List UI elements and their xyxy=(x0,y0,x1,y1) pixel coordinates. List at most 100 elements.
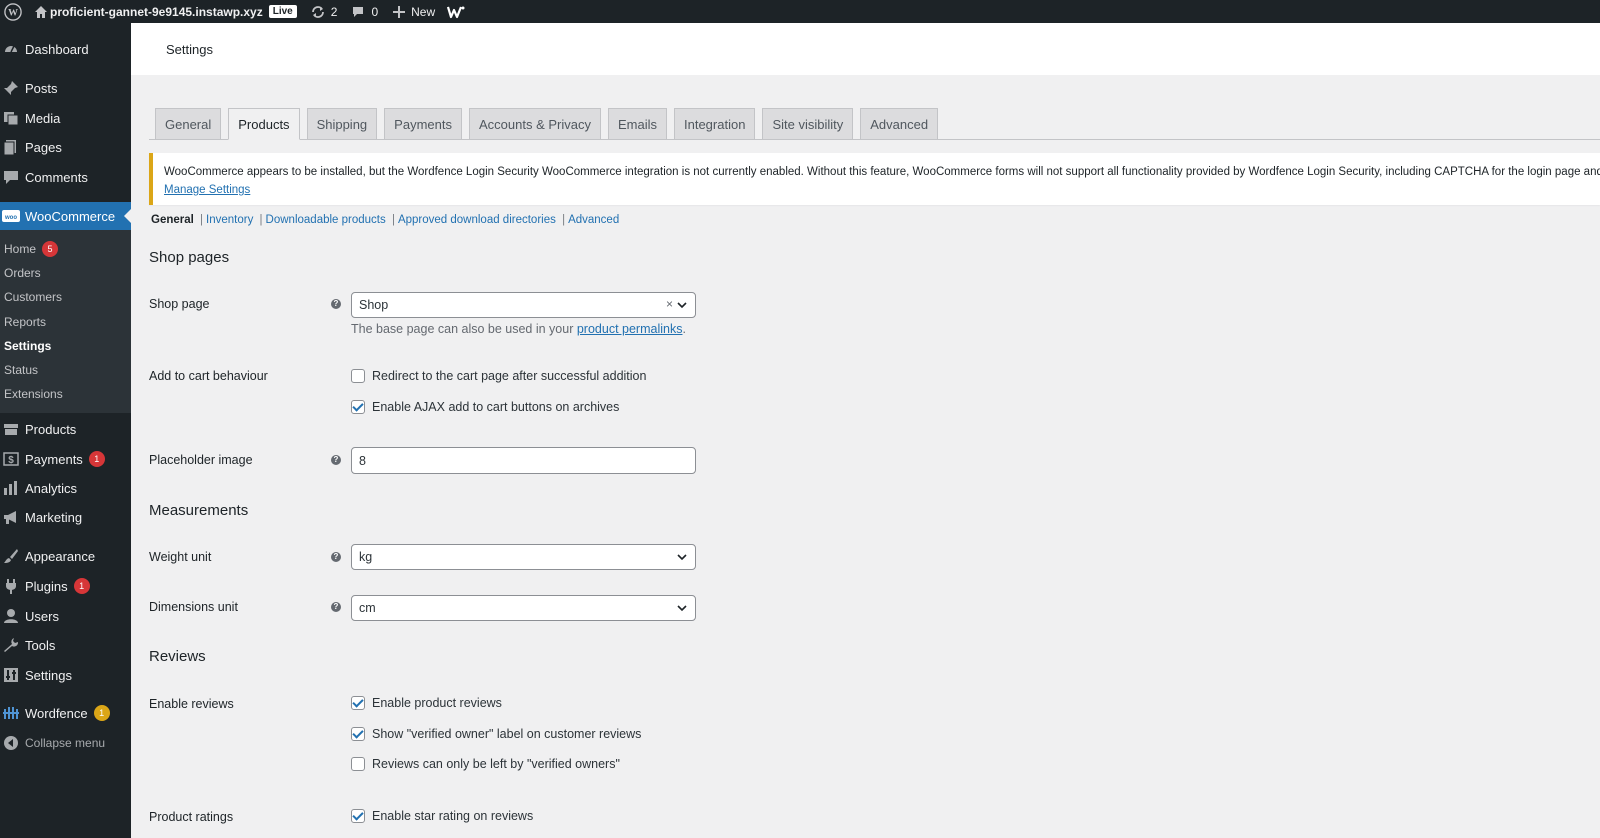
sidebar-label: Settings xyxy=(25,667,72,683)
help-tip-icon[interactable]: ? xyxy=(331,602,341,612)
submenu-item-status[interactable]: Status xyxy=(4,360,38,380)
admin-sidebar: Dashboard Posts Media Pages Comments woo… xyxy=(0,23,131,838)
sidebar-item-products[interactable]: Products xyxy=(0,415,131,443)
comments-link[interactable]: 0 xyxy=(343,0,384,23)
dashboard-icon xyxy=(2,40,20,58)
comments-count: 0 xyxy=(371,4,379,19)
sidebar-item-analytics[interactable]: Analytics xyxy=(0,474,131,502)
svg-text:$: $ xyxy=(8,455,14,466)
site-name-link[interactable]: proficient-gannet-9e9145.instawp.xyz Liv… xyxy=(26,0,303,23)
sidebar-item-payments[interactable]: $ Payments 1 xyxy=(0,445,131,473)
tab-general[interactable]: General xyxy=(155,108,222,139)
add-to-cart-label: Add to cart behaviour xyxy=(149,369,268,383)
weight-unit-select[interactable]: kg xyxy=(351,544,696,570)
clear-selection-icon[interactable]: × xyxy=(666,297,673,311)
redirect-checkbox[interactable] xyxy=(351,369,365,383)
sidebar-label: Payments xyxy=(25,451,83,467)
help-tip-icon[interactable]: ? xyxy=(331,455,341,465)
subnav-advanced[interactable]: Advanced xyxy=(568,214,619,226)
verified-owner-checkbox[interactable] xyxy=(351,727,365,741)
megaphone-icon xyxy=(2,508,20,526)
tab-integration[interactable]: Integration xyxy=(674,108,756,139)
sidebar-item-marketing[interactable]: Marketing xyxy=(0,503,131,531)
ajax-cart-option[interactable]: Enable AJAX add to cart buttons on archi… xyxy=(351,400,619,414)
description-text: The base page can also be used in your xyxy=(351,322,577,336)
submenu-item-customers[interactable]: Customers xyxy=(4,287,62,307)
sidebar-item-woocommerce[interactable]: woo WooCommerce xyxy=(0,202,131,231)
ajax-label: Enable AJAX add to cart buttons on archi… xyxy=(372,400,620,414)
verified-owner-option[interactable]: Show "verified owner" label on customer … xyxy=(351,727,641,741)
sidebar-item-users[interactable]: Users xyxy=(0,602,131,630)
paintbrush-icon xyxy=(2,547,20,565)
chevron-down-icon xyxy=(677,605,687,612)
enable-product-reviews-checkbox[interactable] xyxy=(351,696,365,710)
submenu-item-orders[interactable]: Orders xyxy=(4,263,41,283)
new-content-link[interactable]: New xyxy=(384,0,441,23)
sidebar-label: Media xyxy=(25,110,61,126)
tab-payments[interactable]: Payments xyxy=(384,108,462,139)
redirect-cart-option[interactable]: Redirect to the cart page after successf… xyxy=(351,369,646,383)
sidebar-item-wordfence[interactable]: Wordfence 1 xyxy=(0,699,131,727)
tab-shipping[interactable]: Shipping xyxy=(306,108,378,139)
sidebar-item-dashboard[interactable]: Dashboard xyxy=(0,35,131,63)
help-tip-icon[interactable]: ? xyxy=(331,299,341,309)
manage-settings-link[interactable]: Manage Settings xyxy=(164,184,250,196)
sidebar-item-pages[interactable]: Pages xyxy=(0,133,131,161)
tab-emails[interactable]: Emails xyxy=(607,108,667,139)
subnav-separator: | xyxy=(562,214,566,226)
collapse-arrow-icon xyxy=(2,734,20,752)
woo-w-icon[interactable] xyxy=(441,0,471,23)
sidebar-item-settings[interactable]: Settings xyxy=(0,661,131,689)
subnav-general[interactable]: General xyxy=(151,214,194,226)
sidebar-label: Collapse menu xyxy=(25,736,106,750)
sidebar-item-posts[interactable]: Posts xyxy=(0,74,131,102)
tab-site-visibility[interactable]: Site visibility xyxy=(762,108,854,139)
sidebar-label: Posts xyxy=(25,80,58,96)
enable-product-reviews-option[interactable]: Enable product reviews xyxy=(351,696,502,710)
description-text: . xyxy=(682,322,686,336)
subnav-approved-directories[interactable]: Approved download directories xyxy=(398,214,556,226)
help-tip-icon[interactable]: ? xyxy=(331,552,341,562)
page-header: Settings xyxy=(131,23,1600,75)
verified-owner-label: Show "verified owner" label on customer … xyxy=(372,727,642,741)
shop-page-select[interactable]: Shop × xyxy=(351,292,696,318)
weight-unit-label: Weight unit xyxy=(149,550,212,564)
dimensions-unit-value: cm xyxy=(359,601,376,615)
only-verified-checkbox[interactable] xyxy=(351,757,365,771)
dollar-icon: $ xyxy=(2,450,20,468)
submenu-item-home[interactable]: Home 5 xyxy=(4,239,59,259)
sidebar-item-comments[interactable]: Comments xyxy=(0,163,131,191)
updates-link[interactable]: 2 xyxy=(303,0,344,23)
subnav-downloadable-products[interactable]: Downloadable products xyxy=(266,214,386,226)
star-rating-checkbox[interactable] xyxy=(351,809,365,823)
wrench-icon xyxy=(2,636,20,654)
subnav-separator: | xyxy=(200,214,204,226)
shop-page-description: The base page can also be used in your p… xyxy=(351,322,686,336)
sidebar-item-media[interactable]: Media xyxy=(0,104,131,132)
subnav-inventory[interactable]: Inventory xyxy=(206,214,253,226)
section-subnav: General | Inventory | Downloadable product… xyxy=(151,214,619,226)
star-rating-option[interactable]: Enable star rating on reviews xyxy=(351,809,533,823)
wordpress-logo-icon[interactable]: W xyxy=(0,0,26,23)
sidebar-item-plugins[interactable]: Plugins 1 xyxy=(0,572,131,600)
only-verified-option[interactable]: Reviews can only be left by "verified ow… xyxy=(351,757,620,771)
page-title: Settings xyxy=(166,41,213,57)
star-rating-label: Enable star rating on reviews xyxy=(372,809,534,823)
sidebar-item-appearance[interactable]: Appearance xyxy=(0,542,131,570)
sidebar-item-tools[interactable]: Tools xyxy=(0,631,131,659)
submenu-label: Home xyxy=(4,242,37,256)
submenu-item-settings[interactable]: Settings xyxy=(4,336,51,356)
tab-advanced[interactable]: Advanced xyxy=(860,108,939,139)
sidebar-label: Appearance xyxy=(25,548,96,564)
tab-accounts-privacy[interactable]: Accounts & Privacy xyxy=(468,108,601,139)
wordfence-notice: WooCommerce appears to be installed, but… xyxy=(149,153,1600,205)
collapse-menu-button[interactable]: Collapse menu xyxy=(0,729,131,757)
dimensions-unit-select[interactable]: cm xyxy=(351,595,696,621)
submenu-item-extensions[interactable]: Extensions xyxy=(4,384,63,404)
placeholder-image-input[interactable]: 8 xyxy=(351,447,696,474)
pages-icon xyxy=(2,138,20,156)
product-permalinks-link[interactable]: product permalinks xyxy=(577,322,683,336)
tab-products[interactable]: Products xyxy=(228,108,300,140)
submenu-item-reports[interactable]: Reports xyxy=(4,312,46,332)
ajax-checkbox[interactable] xyxy=(351,400,365,414)
